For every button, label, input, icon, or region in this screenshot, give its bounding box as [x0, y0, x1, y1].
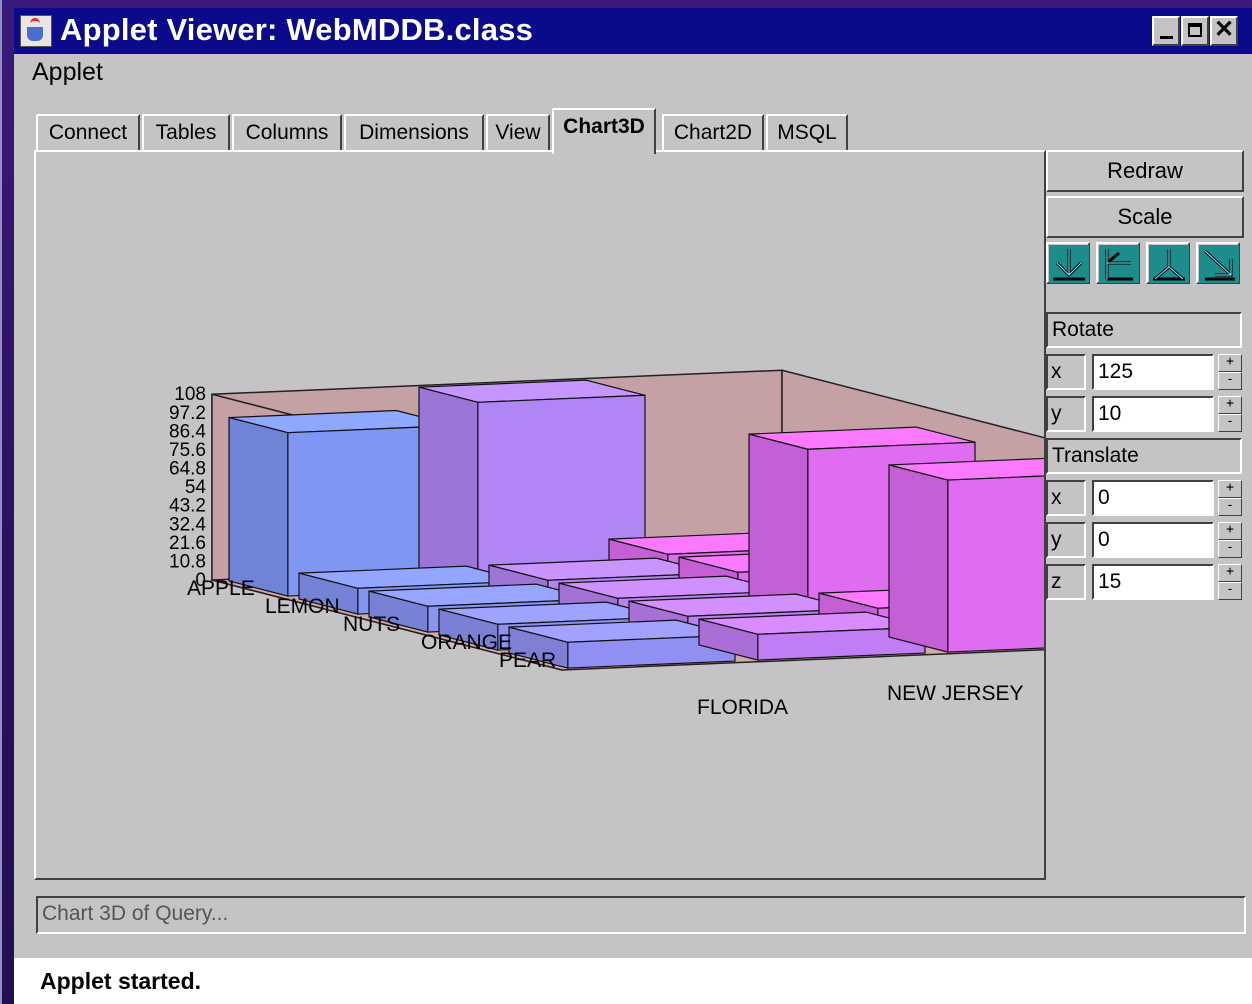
close-icon: ✕ — [1213, 16, 1235, 43]
view-diagonal-icon — [1199, 245, 1239, 283]
view-front-icon — [1049, 245, 1089, 283]
tab-chart3d[interactable]: Chart3D — [552, 108, 656, 154]
maximize-button[interactable] — [1181, 16, 1209, 46]
bar-side — [888, 464, 949, 653]
increment-button[interactable]: + — [1218, 354, 1242, 372]
tab-columns[interactable]: Columns — [232, 114, 342, 152]
tab-connect[interactable]: Connect — [36, 114, 140, 152]
java-cup-icon[interactable] — [20, 15, 52, 47]
applet-status-bar: Applet started. — [14, 958, 1252, 1004]
bar-front — [947, 472, 1116, 653]
applet-viewer-window: Applet Viewer: WebMDDB.class ✕ Applet Co… — [14, 8, 1252, 1004]
translate-z-spinner[interactable]: + - — [1218, 564, 1242, 600]
increment-button[interactable]: + — [1218, 564, 1242, 582]
redraw-button[interactable]: Redraw — [1046, 150, 1244, 192]
state-label: NEW JERSEY — [887, 682, 1024, 705]
view-top-button[interactable] — [1146, 242, 1190, 284]
view-left-icon — [1099, 245, 1139, 283]
close-button[interactable]: ✕ — [1210, 16, 1238, 46]
rotate-x-spinner[interactable]: + - — [1218, 354, 1242, 390]
rotate-x-field[interactable]: 125 — [1092, 354, 1214, 390]
rotate-label: Rotate — [1046, 312, 1242, 348]
bar-side — [418, 386, 479, 589]
decrement-button[interactable]: - — [1218, 498, 1242, 516]
rotate-y-spinner[interactable]: + - — [1218, 396, 1242, 432]
view-front-button[interactable] — [1046, 242, 1090, 284]
scale-button[interactable]: Scale — [1046, 196, 1244, 238]
fruit-label: NUTS — [343, 613, 400, 636]
fruit-label: LEMON — [265, 595, 340, 618]
state-label: FLORIDA — [697, 696, 788, 719]
tab-view[interactable]: View — [486, 114, 550, 152]
decrement-button[interactable]: - — [1218, 540, 1242, 558]
translate-y-spinner[interactable]: + - — [1218, 522, 1242, 558]
bar-side — [748, 433, 809, 617]
fruit-label: PEAR — [499, 649, 556, 672]
tab-msql[interactable]: MSQL — [766, 114, 848, 152]
translate-y-label: y — [1046, 522, 1086, 558]
translate-label: Translate — [1046, 438, 1242, 474]
translate-x-label: x — [1046, 480, 1086, 516]
tab-dimensions[interactable]: Dimensions — [344, 114, 484, 152]
view-top-icon — [1149, 245, 1189, 283]
decrement-button[interactable]: - — [1218, 582, 1242, 600]
applet-menu[interactable]: Applet — [32, 58, 103, 87]
decrement-button[interactable]: - — [1218, 372, 1242, 390]
decrement-button[interactable]: - — [1218, 414, 1242, 432]
increment-button[interactable]: + — [1218, 480, 1242, 498]
increment-button[interactable]: + — [1218, 522, 1242, 540]
minimize-icon — [1160, 36, 1173, 39]
control-panel: Redraw Scale Rotate x 125 + - y 10 + - Tra… — [1046, 150, 1252, 880]
desktop-edge — [0, 0, 2, 1004]
fruit-label: APPLE — [187, 577, 255, 600]
status-text-field[interactable]: Chart 3D of Query... — [36, 896, 1246, 934]
translate-z-field[interactable]: 15 — [1092, 564, 1214, 600]
rotate-y-label: y — [1046, 396, 1086, 432]
translate-x-spinner[interactable]: + - — [1218, 480, 1242, 516]
applet-status-text: Applet started. — [40, 968, 202, 994]
rotate-y-field[interactable]: 10 — [1092, 396, 1214, 432]
minimize-button[interactable] — [1152, 16, 1180, 46]
translate-z-label: z — [1046, 564, 1086, 600]
rotate-x-label: x — [1046, 354, 1086, 390]
chart3d-svg: 10897.286.475.664.85443.232.421.610.80AP… — [169, 369, 1191, 719]
tab-tables[interactable]: Tables — [142, 114, 230, 152]
view-left-button[interactable] — [1096, 242, 1140, 284]
maximize-icon — [1188, 23, 1202, 37]
chart3d-canvas[interactable]: 108 97.2 86.4 75.6 64.8 54 43.2 32.4 21.6 10.8 0 AP… — [36, 152, 1191, 878]
window-title: Applet Viewer: WebMDDB.class — [60, 12, 534, 47]
increment-button[interactable]: + — [1218, 396, 1242, 414]
bar-side — [228, 416, 289, 597]
tab-chart2d[interactable]: Chart2D — [662, 114, 764, 152]
translate-x-field[interactable]: 0 — [1092, 480, 1214, 516]
view-diagonal-button[interactable] — [1196, 242, 1240, 284]
translate-y-field[interactable]: 0 — [1092, 522, 1214, 558]
title-bar[interactable]: Applet Viewer: WebMDDB.class ✕ — [14, 8, 1252, 54]
